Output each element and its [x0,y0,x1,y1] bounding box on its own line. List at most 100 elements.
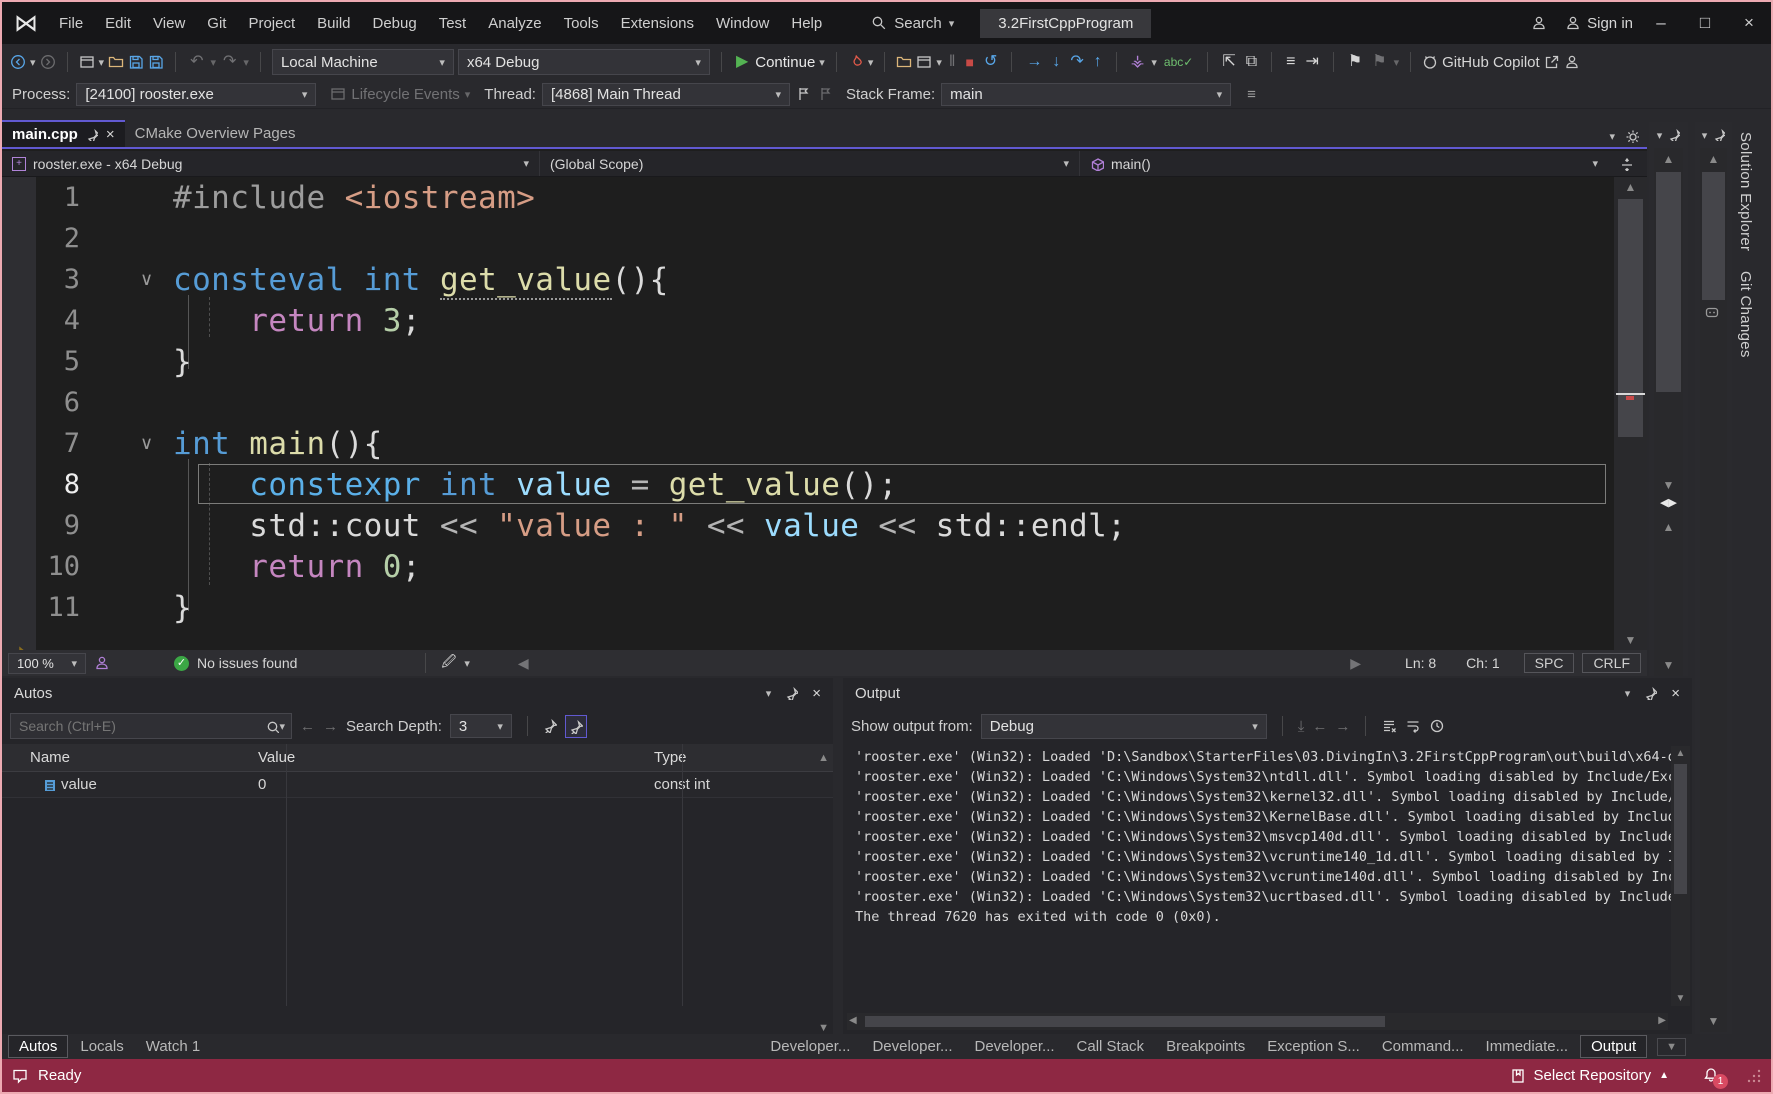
collapsed-scrollbar-strip[interactable]: ▾ ▲ ▼ [1695,122,1732,1034]
clear-all-icon[interactable] [1381,718,1397,734]
sign-in-button[interactable]: Sign in [1587,15,1633,32]
intellisense-icon[interactable] [94,655,110,671]
stop-debugging-icon[interactable]: ■ [963,52,977,72]
fold-collapse-icon[interactable]: ∨ [94,269,173,290]
splitter-arrows-icon[interactable]: ◀▶ [1654,496,1683,509]
search-box[interactable]: Search ▾ [871,15,954,32]
menu-extensions[interactable]: Extensions [610,11,705,36]
debug-target-combo[interactable]: Local Machine▾ [272,49,454,75]
panel-tab-breakpoints[interactable]: Breakpoints [1156,1036,1255,1057]
layout-dropdown[interactable]: ▾ [936,56,942,69]
navigate-forward-icon[interactable] [40,54,56,70]
search-depth-combo[interactable]: 3▾ [450,714,512,738]
panel-tab-autos[interactable]: Autos [8,1035,68,1058]
github-copilot-button[interactable]: GitHub Copilot [1442,54,1540,71]
indent-icon[interactable]: ≡ [1283,52,1298,72]
find-in-files-icon[interactable] [896,54,912,70]
pin-values-icon[interactable] [543,719,557,733]
menu-edit[interactable]: Edit [94,11,142,36]
minimize-button[interactable]: – [1639,13,1683,33]
tab-main-cpp[interactable]: main.cpp × [2,120,125,147]
copy-icon[interactable]: ⧉ [1243,52,1260,72]
code-line-5[interactable]: 5} [2,341,1647,382]
flag-threads-icon[interactable] [796,86,812,102]
pin-icon[interactable] [785,687,798,700]
format-icon[interactable]: ⇥ [1303,52,1322,72]
step-into-icon[interactable]: ↓ [1049,52,1063,72]
scroll-down-icon[interactable]: ▼ [1671,993,1690,1004]
account-icon[interactable] [1564,54,1580,70]
continue-dropdown[interactable]: ▾ [819,56,825,69]
output-scrollbar[interactable]: ▲ ▼ [1671,746,1690,1006]
menu-tools[interactable]: Tools [553,11,610,36]
continue-play-icon[interactable]: ▶ [733,52,751,72]
health-status[interactable]: No issues found [197,655,297,671]
search-dropdown-icon[interactable]: ▾ [279,720,285,733]
close-icon[interactable]: × [812,685,821,702]
undo-icon[interactable]: ↶ [187,52,206,72]
member-dropdown[interactable]: main() ▾ [1080,151,1647,176]
code-line-9[interactable]: 9 std::cout << "value : " << value << st… [2,505,1647,546]
autos-grid-header[interactable]: Name Value Type ▲ [2,744,833,772]
panel-tab-command-[interactable]: Command... [1372,1036,1474,1057]
menu-project[interactable]: Project [237,11,306,36]
code-line-1[interactable]: 1#include <iostream> [2,177,1647,218]
code-line-4[interactable]: 4 return 3; [2,300,1647,341]
new-dropdown[interactable]: ▾ [99,56,105,69]
diagnostics-icon[interactable]: ⚶ [1128,52,1148,72]
feedback-icon[interactable] [1531,15,1547,31]
share-icon[interactable] [1544,54,1560,70]
copilot-robot-icon[interactable] [1704,304,1720,320]
chevron-down-icon[interactable]: ▾ [1657,129,1663,142]
code-line-3[interactable]: 3∨consteval int get_value(){ [2,259,1647,300]
save-icon[interactable] [128,54,144,70]
panel-tab-developer-[interactable]: Developer... [964,1036,1064,1057]
panel-tab-developer-[interactable]: Developer... [862,1036,962,1057]
continue-button[interactable]: Continue [755,54,815,71]
step-out-icon[interactable]: ↑ [1091,52,1105,72]
window-position-icon[interactable]: ▾ [1625,687,1631,700]
output-source-combo[interactable]: Debug▾ [981,714,1267,739]
process-combo[interactable]: [24100] rooster.exe▾ [76,83,316,106]
fold-collapse-icon[interactable]: ∨ [94,433,173,454]
toolbar-overflow-icon[interactable]: ≡ [1247,86,1256,103]
autos-row-value[interactable]: value0const int [2,772,833,798]
save-all-icon[interactable] [148,54,164,70]
autos-search-box[interactable]: ▾ [10,713,292,739]
menu-git[interactable]: Git [196,11,237,36]
code-line-2[interactable]: 2 [2,218,1647,259]
panel-tab-immediate-[interactable]: Immediate... [1476,1036,1579,1057]
maximize-button[interactable]: □ [1683,13,1727,33]
chevron-down-icon[interactable]: ▾ [1702,129,1708,142]
scroll-up-icon[interactable]: ▲ [1654,152,1683,166]
output-hscrollbar[interactable]: ◀ ▶ [847,1013,1668,1030]
redo-icon[interactable]: ↷ [220,52,239,72]
tab-overflow-icon[interactable]: ▼ [1657,1038,1686,1056]
menu-file[interactable]: File [48,11,94,36]
flag-current-icon[interactable] [818,86,834,102]
zoom-combo[interactable]: 100 %▾ [8,653,86,674]
line-ending-indicator[interactable]: CRLF [1582,653,1641,673]
hscroll-right-icon[interactable]: ▶ [1350,655,1361,672]
gear-icon[interactable] [1625,129,1639,143]
autos-title-bar[interactable]: Autos ▾ × [2,678,833,708]
feedback-chat-icon[interactable] [12,1068,28,1084]
scroll-down-icon[interactable]: ▼ [1614,633,1647,647]
variable-value[interactable]: 0 [258,776,654,793]
bookmark-prev-icon[interactable]: ⚑ [1369,52,1389,72]
scroll-up-icon[interactable]: ▲ [1654,520,1683,534]
scroll-down-icon[interactable]: ▼ [1654,658,1683,672]
stack-frame-combo[interactable]: main▾ [941,83,1231,106]
pin-icon[interactable] [1713,129,1725,141]
column-indicator[interactable]: Ch: 1 [1466,655,1499,671]
scroll-down-icon[interactable]: ▼ [1700,1014,1727,1028]
autos-search-input[interactable] [17,717,266,735]
split-window-icon[interactable] [1619,157,1633,171]
hscroll-left-icon[interactable]: ◀ [518,655,529,672]
navigate-back-icon[interactable] [10,54,26,70]
scroll-up-icon[interactable]: ▲ [818,752,829,764]
selection-icon[interactable]: ⇱ [1219,52,1238,72]
solution-config-combo[interactable]: x64 Debug▾ [458,49,710,75]
scroll-up-icon[interactable]: ▲ [1671,748,1690,759]
close-icon[interactable]: × [1671,685,1680,702]
